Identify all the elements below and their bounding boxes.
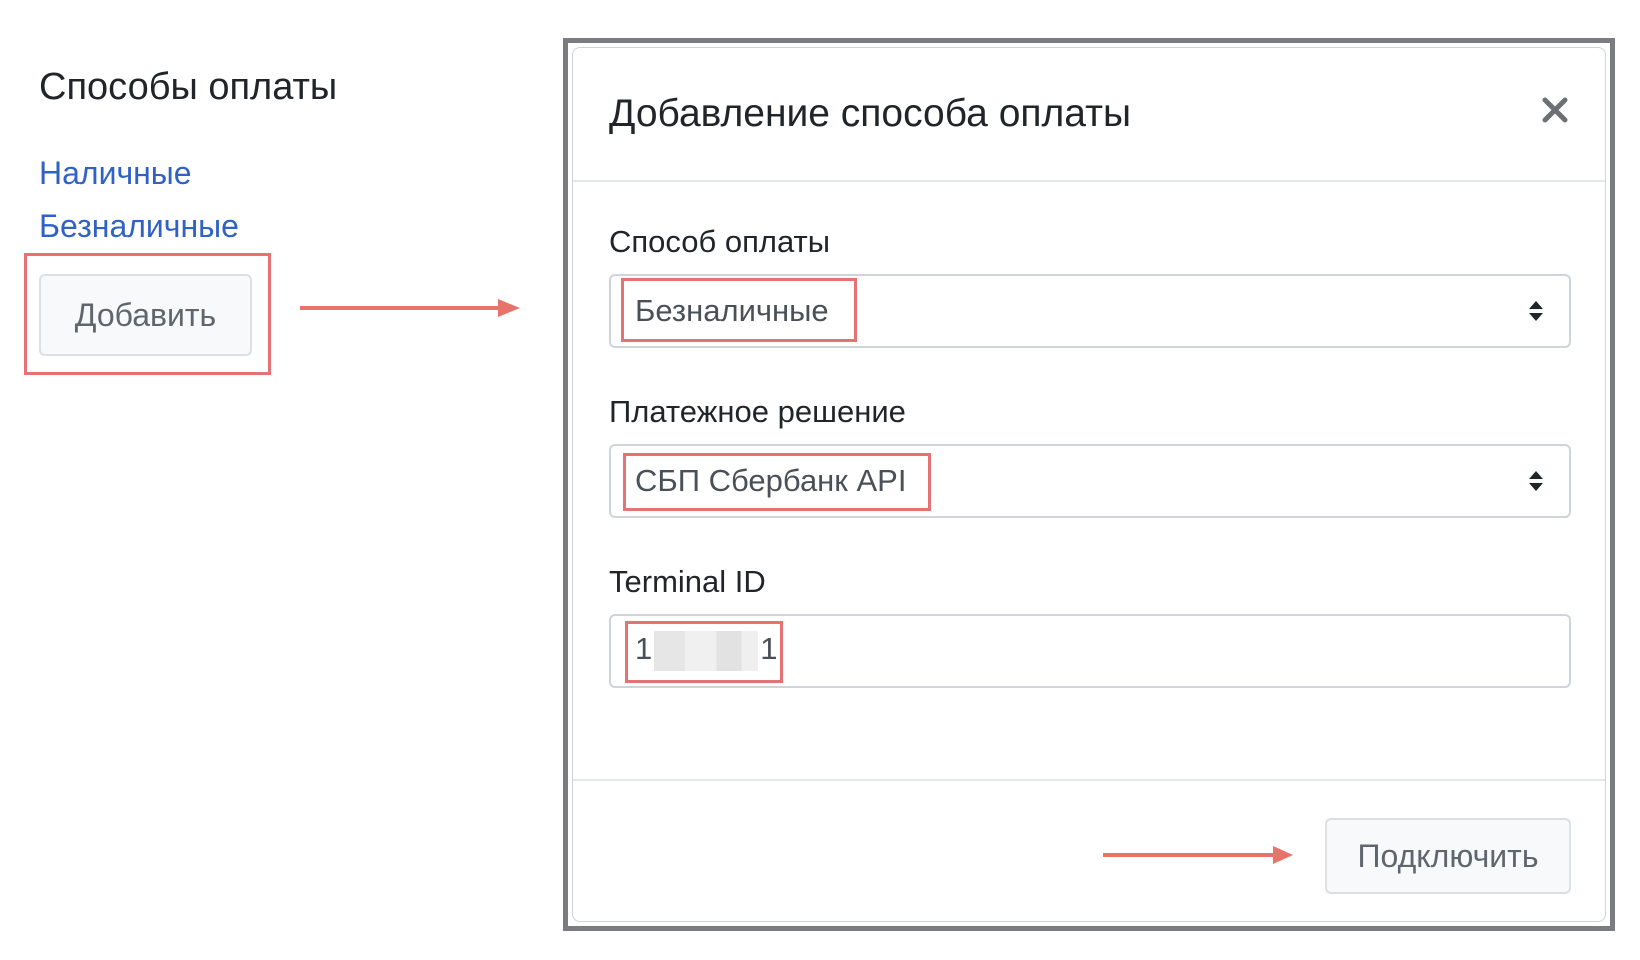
redacted-value (654, 631, 759, 671)
terminal-id-value: 11 (635, 631, 778, 671)
terminal-id-prefix: 1 (635, 631, 653, 667)
arrow-right-icon (300, 299, 520, 317)
payment-solution-label: Платежное решение (609, 394, 906, 429)
add-payment-method-modal: Добавление способа оплаты Способ оплаты … (572, 47, 1606, 922)
select-caret-icon (1529, 301, 1543, 321)
terminal-id-input[interactable]: 11 (609, 614, 1571, 688)
terminal-id-label: Terminal ID (609, 564, 766, 599)
select-caret-icon (1529, 471, 1543, 491)
modal-title: Добавление способа оплаты (609, 92, 1131, 135)
screenshot-frame: Добавление способа оплаты Способ оплаты … (563, 38, 1615, 931)
payment-method-label: Способ оплаты (609, 224, 831, 259)
close-icon (1542, 97, 1568, 123)
close-button[interactable] (1535, 90, 1575, 130)
page-title: Способы оплаты (39, 66, 338, 108)
payment-solution-select[interactable]: СБП Сбербанк API (609, 444, 1571, 518)
payment-method-link-cash[interactable]: Наличные (39, 155, 192, 192)
payment-solution-select-value: СБП Сбербанк API (635, 463, 907, 498)
connect-button[interactable]: Подключить (1325, 818, 1571, 894)
payment-method-select[interactable]: Безналичные (609, 274, 1571, 348)
terminal-id-suffix: 1 (760, 631, 778, 667)
modal-footer-divider (573, 779, 1605, 781)
payment-method-link-cashless[interactable]: Безналичные (39, 208, 239, 245)
add-button[interactable]: Добавить (39, 274, 252, 356)
modal-header: Добавление способа оплаты (573, 48, 1605, 182)
arrow-right-icon (1103, 846, 1293, 864)
payment-method-select-value: Безналичные (635, 293, 829, 328)
